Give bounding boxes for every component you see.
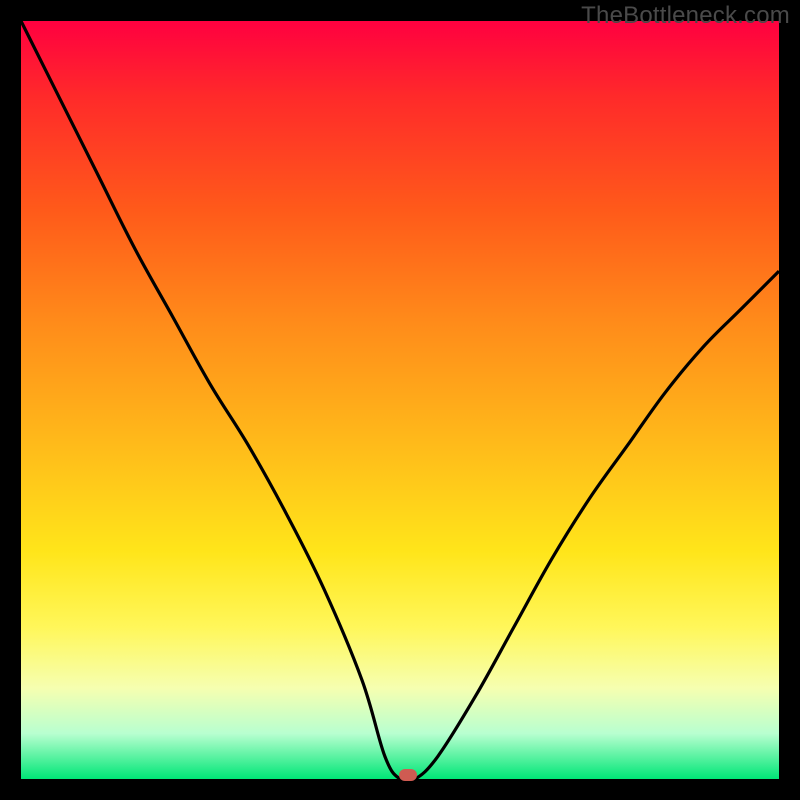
bottleneck-curve xyxy=(21,21,779,779)
watermark-text: TheBottleneck.com xyxy=(581,2,790,30)
optimal-point-marker xyxy=(399,769,417,781)
